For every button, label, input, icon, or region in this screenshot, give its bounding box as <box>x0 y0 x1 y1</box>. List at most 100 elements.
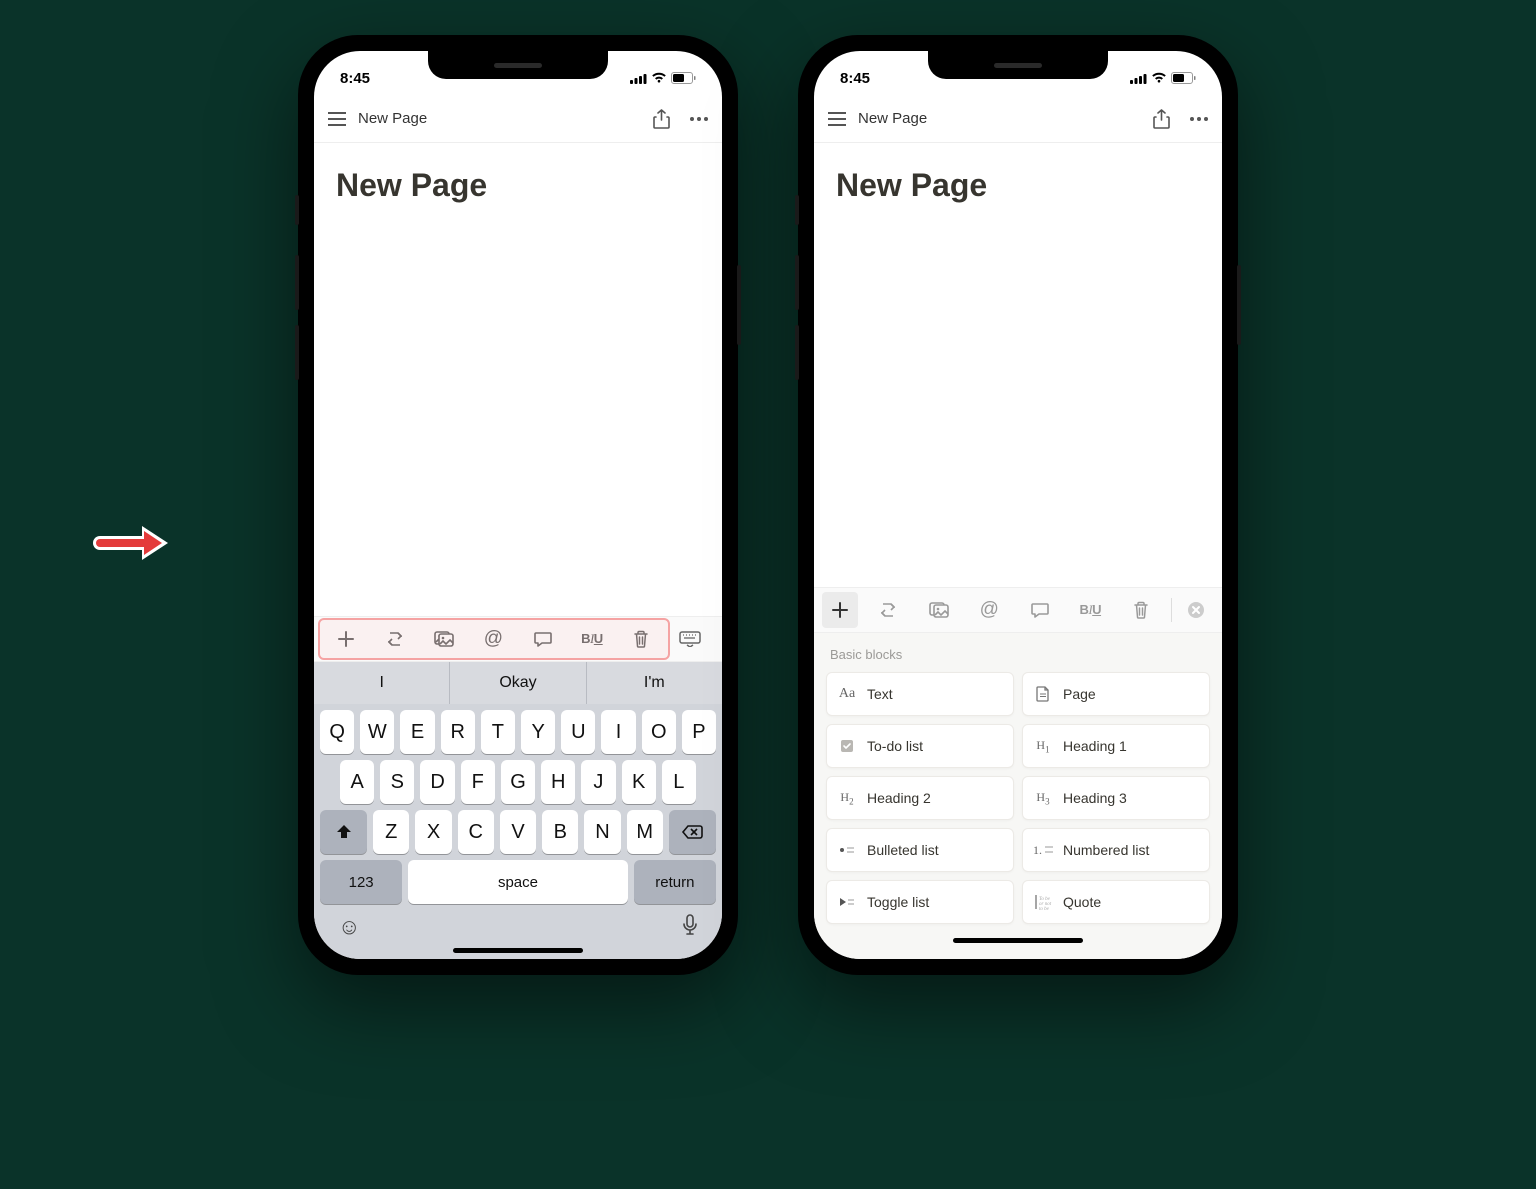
key-w[interactable]: W <box>360 710 394 754</box>
block-icon: 1. <box>1033 840 1053 860</box>
format-button[interactable]: BIU <box>1066 592 1115 628</box>
emoji-button[interactable]: ☺ <box>338 914 360 940</box>
key-a[interactable]: A <box>340 760 374 804</box>
battery-icon <box>671 72 696 84</box>
nav-title[interactable]: New Page <box>358 110 427 127</box>
block-item-toggle-list[interactable]: Toggle list <box>826 880 1014 924</box>
key-shift[interactable] <box>320 810 367 854</box>
block-item-to-do-list[interactable]: To-do list <box>826 724 1014 768</box>
block-item-bulleted-list[interactable]: Bulleted list <box>826 828 1014 872</box>
more-icon[interactable] <box>690 117 708 121</box>
share-icon[interactable] <box>653 109 670 129</box>
keyboard-row-2: A S D F G H J K L <box>314 754 722 804</box>
arrow-annotation <box>92 520 170 566</box>
key-123[interactable]: 123 <box>320 860 402 904</box>
block-label: Numbered list <box>1063 842 1149 858</box>
key-t[interactable]: T <box>481 710 515 754</box>
key-j[interactable]: J <box>581 760 615 804</box>
block-icon: H1 <box>1033 736 1053 756</box>
editor-toolbar: @ BIU <box>814 587 1222 633</box>
blocks-header: Basic blocks <box>826 643 1210 672</box>
block-label: Heading 3 <box>1063 790 1127 806</box>
key-backspace[interactable] <box>669 810 716 854</box>
block-item-page[interactable]: Page <box>1022 672 1210 716</box>
more-icon[interactable] <box>1190 117 1208 121</box>
dictation-button[interactable] <box>682 914 698 940</box>
delete-button[interactable] <box>618 621 665 657</box>
key-b[interactable]: B <box>542 810 578 854</box>
menu-icon[interactable] <box>328 112 346 126</box>
keyboard-row-3: Z X C V B N M <box>314 804 722 854</box>
notch <box>428 51 608 79</box>
turn-into-button[interactable] <box>864 592 913 628</box>
block-label: Text <box>867 686 893 702</box>
page-body[interactable]: New Page <box>814 143 1222 587</box>
battery-icon <box>1171 72 1196 84</box>
phone-right: 8:45 New Page New Page <box>798 35 1238 975</box>
suggestion-1[interactable]: I <box>314 662 450 704</box>
status-time: 8:45 <box>840 70 870 87</box>
key-d[interactable]: D <box>420 760 454 804</box>
menu-icon[interactable] <box>828 112 846 126</box>
key-f[interactable]: F <box>461 760 495 804</box>
wifi-icon <box>651 72 667 84</box>
block-icon: To beor notto be <box>1033 892 1053 912</box>
mention-button[interactable]: @ <box>470 621 517 657</box>
add-block-button[interactable] <box>822 592 858 628</box>
key-o[interactable]: O <box>642 710 676 754</box>
key-i[interactable]: I <box>601 710 635 754</box>
key-e[interactable]: E <box>400 710 434 754</box>
image-button[interactable] <box>421 621 468 657</box>
key-k[interactable]: K <box>622 760 656 804</box>
key-v[interactable]: V <box>500 810 536 854</box>
format-button[interactable]: BIU <box>568 621 615 657</box>
key-n[interactable]: N <box>584 810 620 854</box>
block-icon: H3 <box>1033 788 1053 808</box>
turn-into-button[interactable] <box>371 621 418 657</box>
key-z[interactable]: Z <box>373 810 409 854</box>
key-x[interactable]: X <box>415 810 451 854</box>
home-indicator[interactable] <box>453 948 583 953</box>
block-icon <box>837 892 857 912</box>
home-indicator[interactable] <box>953 938 1083 943</box>
page-body[interactable]: New Page <box>314 143 722 616</box>
block-item-numbered-list[interactable]: 1. Numbered list <box>1022 828 1210 872</box>
suggestion-3[interactable]: I'm <box>587 662 722 704</box>
key-h[interactable]: H <box>541 760 575 804</box>
block-item-text[interactable]: AaText <box>826 672 1014 716</box>
block-item-heading-1[interactable]: H1Heading 1 <box>1022 724 1210 768</box>
suggestion-2[interactable]: Okay <box>450 662 586 704</box>
mention-button[interactable]: @ <box>965 592 1014 628</box>
key-m[interactable]: M <box>627 810 663 854</box>
block-label: Page <box>1063 686 1096 702</box>
page-title[interactable]: New Page <box>836 167 1200 204</box>
image-button[interactable] <box>915 592 964 628</box>
key-q[interactable]: Q <box>320 710 354 754</box>
key-s[interactable]: S <box>380 760 414 804</box>
close-panel-button[interactable] <box>1178 592 1214 628</box>
key-l[interactable]: L <box>662 760 696 804</box>
key-u[interactable]: U <box>561 710 595 754</box>
key-g[interactable]: G <box>501 760 535 804</box>
keyboard[interactable]: I Okay I'm Q W E R T Y U I O P A <box>314 662 722 959</box>
page-title[interactable]: New Page <box>336 167 700 204</box>
key-p[interactable]: P <box>682 710 716 754</box>
keyboard-dismiss-button[interactable] <box>667 621 714 657</box>
block-item-heading-2[interactable]: H2Heading 2 <box>826 776 1014 820</box>
share-icon[interactable] <box>1153 109 1170 129</box>
key-r[interactable]: R <box>441 710 475 754</box>
status-time: 8:45 <box>340 70 370 87</box>
add-block-button[interactable] <box>322 621 369 657</box>
block-item-heading-3[interactable]: H3 Heading 3 <box>1022 776 1210 820</box>
delete-button[interactable] <box>1117 592 1166 628</box>
key-c[interactable]: C <box>458 810 494 854</box>
nav-title[interactable]: New Page <box>858 110 927 127</box>
notch <box>928 51 1108 79</box>
comment-button[interactable] <box>519 621 566 657</box>
key-y[interactable]: Y <box>521 710 555 754</box>
svg-text:to be: to be <box>1039 907 1050 910</box>
key-return[interactable]: return <box>634 860 716 904</box>
key-space[interactable]: space <box>408 860 627 904</box>
block-item-quote[interactable]: To beor notto beQuote <box>1022 880 1210 924</box>
comment-button[interactable] <box>1016 592 1065 628</box>
